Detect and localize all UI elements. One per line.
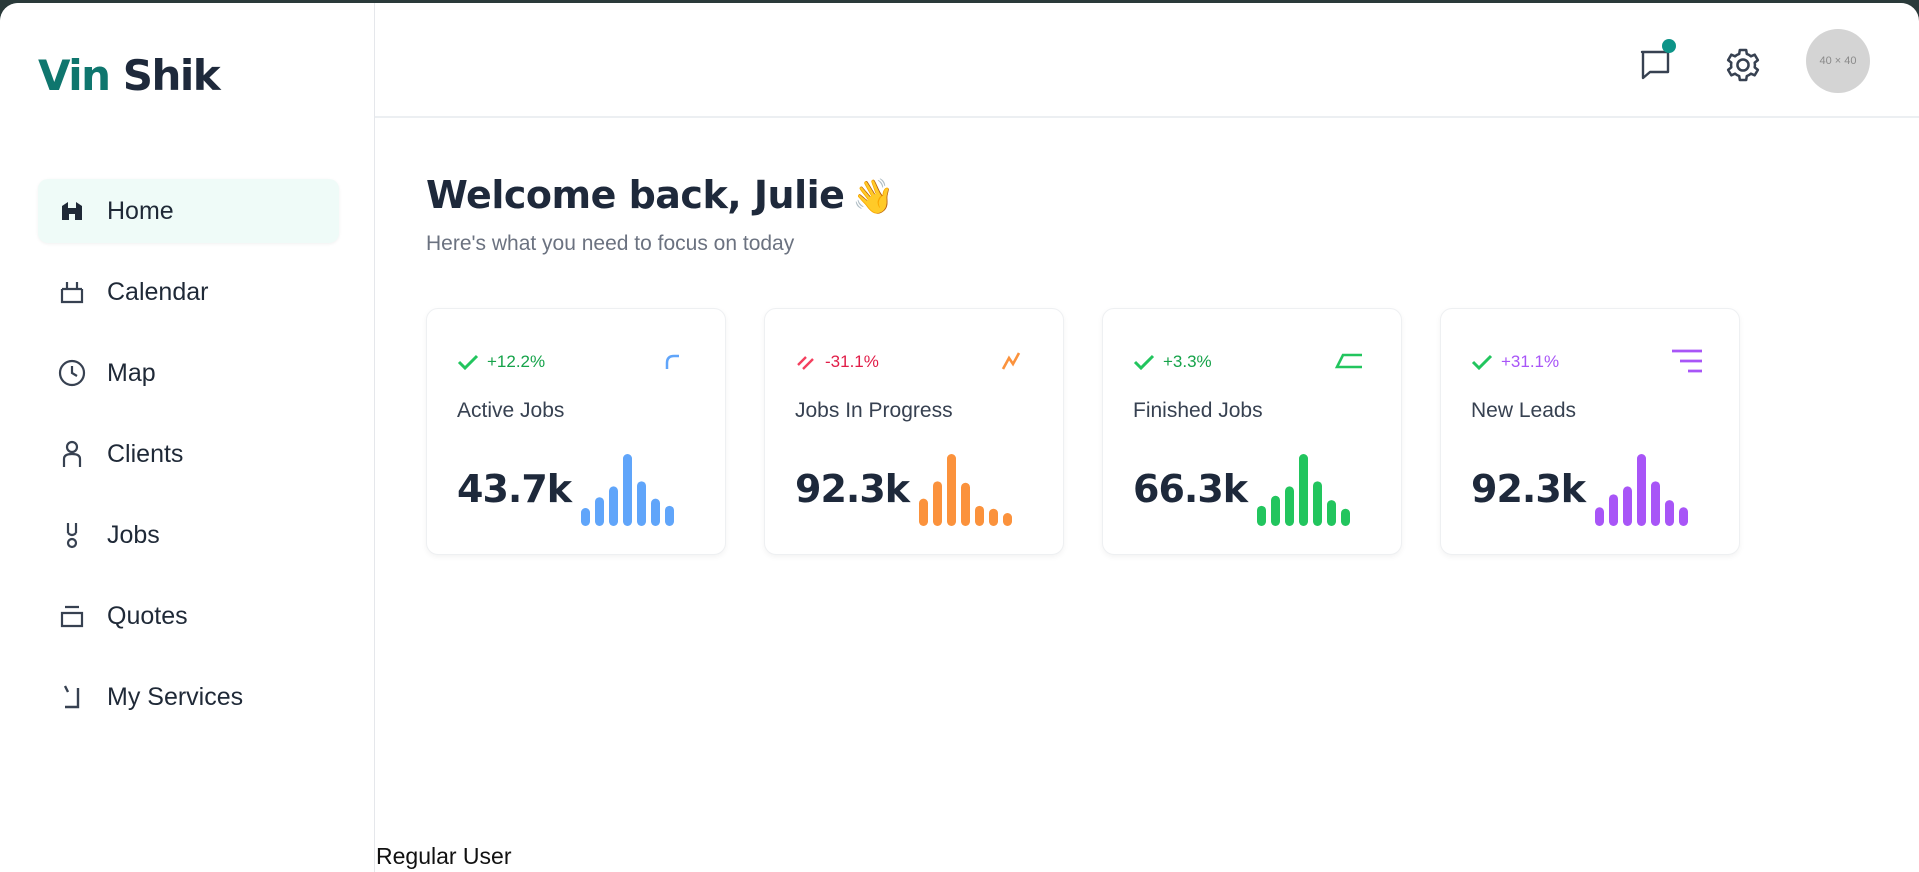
parallelogram-icon xyxy=(1333,345,1365,377)
bar xyxy=(1341,508,1350,526)
stat-card-jobs-in-progress[interactable]: -31.1% Jobs In Progress 92.3k xyxy=(764,308,1064,555)
bar xyxy=(595,497,604,526)
sidebar-item-jobs[interactable]: Jobs xyxy=(38,503,339,567)
inbox-icon xyxy=(58,602,86,630)
notification-dot xyxy=(1662,39,1676,53)
stat-card-finished-jobs[interactable]: +3.3% Finished Jobs 66.3k xyxy=(1102,308,1402,555)
top-header: 40 × 40 xyxy=(375,3,1919,118)
bar xyxy=(961,482,970,526)
sidebar-item-label: Home xyxy=(107,196,174,225)
bar xyxy=(1299,454,1308,526)
sidebar-item-label: Calendar xyxy=(107,277,209,306)
bar xyxy=(651,498,660,526)
bar xyxy=(1285,486,1294,526)
app-window: Vin Shik Home Calendar Map Clients Jobs … xyxy=(0,3,1919,872)
page-subtitle: Here's what you need to focus on today xyxy=(426,232,795,255)
trend-indicator: -31.1% xyxy=(795,351,879,373)
avatar-placeholder-text: 40 × 40 xyxy=(1819,55,1857,67)
bar xyxy=(1679,507,1688,526)
user-icon xyxy=(58,440,86,468)
card-title: New Leads xyxy=(1471,399,1577,422)
bar xyxy=(1623,486,1632,526)
bar xyxy=(623,454,632,526)
sidebar-item-my-services[interactable]: My Services xyxy=(38,665,339,729)
bar xyxy=(665,505,674,526)
welcome-text: Welcome back, Julie xyxy=(426,173,845,217)
bar xyxy=(1313,481,1322,526)
mini-bar-chart xyxy=(1257,454,1350,526)
sidebar-item-clients[interactable]: Clients xyxy=(38,422,339,486)
card-title: Jobs In Progress xyxy=(795,399,953,422)
bar xyxy=(1003,513,1012,526)
trend-value: +3.3% xyxy=(1163,352,1212,371)
page-title: Welcome back, Julie 👋 xyxy=(426,173,895,217)
user-role-label: Regular User xyxy=(376,843,512,869)
arc-icon xyxy=(657,345,689,377)
card-title: Finished Jobs xyxy=(1133,399,1263,422)
messages-button[interactable] xyxy=(1632,39,1680,89)
stat-card-active-jobs[interactable]: +12.2% Active Jobs 43.7k xyxy=(426,308,726,555)
bar xyxy=(989,508,998,526)
home-icon xyxy=(58,197,86,225)
clock-icon xyxy=(58,359,86,387)
card-value: 43.7k xyxy=(457,467,572,511)
sidebar-item-home[interactable]: Home xyxy=(38,179,339,243)
trend-value: +12.2% xyxy=(487,352,546,371)
bar xyxy=(1257,505,1266,526)
mini-bar-chart xyxy=(919,454,1012,526)
zigzag-icon xyxy=(995,345,1027,377)
trend-value: +31.1% xyxy=(1501,352,1560,371)
mini-bar-chart xyxy=(581,454,674,526)
bar xyxy=(581,508,590,526)
avatar[interactable]: 40 × 40 xyxy=(1806,29,1870,93)
bar xyxy=(1609,494,1618,526)
bar xyxy=(1651,481,1660,526)
sidebar-item-calendar[interactable]: Calendar xyxy=(38,260,339,324)
trend-up-icon xyxy=(1471,351,1493,373)
bar xyxy=(1595,507,1604,526)
service-icon xyxy=(58,683,86,711)
bar xyxy=(1637,454,1646,526)
trend-indicator: +3.3% xyxy=(1133,351,1212,373)
sidebar-item-label: My Services xyxy=(107,682,244,711)
trend-up-icon xyxy=(457,351,479,373)
tool-icon xyxy=(58,521,86,549)
trend-down-icon xyxy=(795,351,817,373)
sidebar-item-label: Jobs xyxy=(107,520,160,549)
mini-bar-chart xyxy=(1595,454,1688,526)
bar xyxy=(1271,495,1280,526)
bar xyxy=(975,505,984,526)
card-title: Active Jobs xyxy=(457,399,565,422)
brand-part-1: Vin xyxy=(38,51,111,100)
trend-indicator: +31.1% xyxy=(1471,351,1559,373)
trend-value: -31.1% xyxy=(825,352,879,371)
brand-logo[interactable]: Vin Shik xyxy=(38,51,221,100)
wave-emoji: 👋 xyxy=(852,177,895,217)
sidebar: Vin Shik Home Calendar Map Clients Jobs … xyxy=(0,3,375,872)
sidebar-item-map[interactable]: Map xyxy=(38,341,339,405)
bar xyxy=(1327,500,1336,526)
trend-up-icon xyxy=(1133,351,1155,373)
trend-indicator: +12.2% xyxy=(457,351,545,373)
card-value: 92.3k xyxy=(795,467,910,511)
bar xyxy=(933,481,942,526)
sidebar-item-label: Quotes xyxy=(107,601,188,630)
bar xyxy=(947,454,956,526)
settings-button[interactable] xyxy=(1719,41,1767,89)
calendar-icon xyxy=(58,278,86,306)
gear-icon xyxy=(1726,48,1760,82)
sidebar-item-label: Map xyxy=(107,358,156,387)
sidebar-nav: Home Calendar Map Clients Jobs Quotes My… xyxy=(38,179,339,746)
card-value: 66.3k xyxy=(1133,467,1248,511)
bar xyxy=(919,498,928,526)
brand-part-2: Shik xyxy=(122,51,221,100)
lines-icon xyxy=(1671,345,1703,377)
stat-card-new-leads[interactable]: +31.1% New Leads 92.3k xyxy=(1440,308,1740,555)
card-value: 92.3k xyxy=(1471,467,1586,511)
bar xyxy=(637,481,646,526)
bar xyxy=(609,486,618,526)
sidebar-item-quotes[interactable]: Quotes xyxy=(38,584,339,648)
bar xyxy=(1665,500,1674,526)
sidebar-item-label: Clients xyxy=(107,439,184,468)
